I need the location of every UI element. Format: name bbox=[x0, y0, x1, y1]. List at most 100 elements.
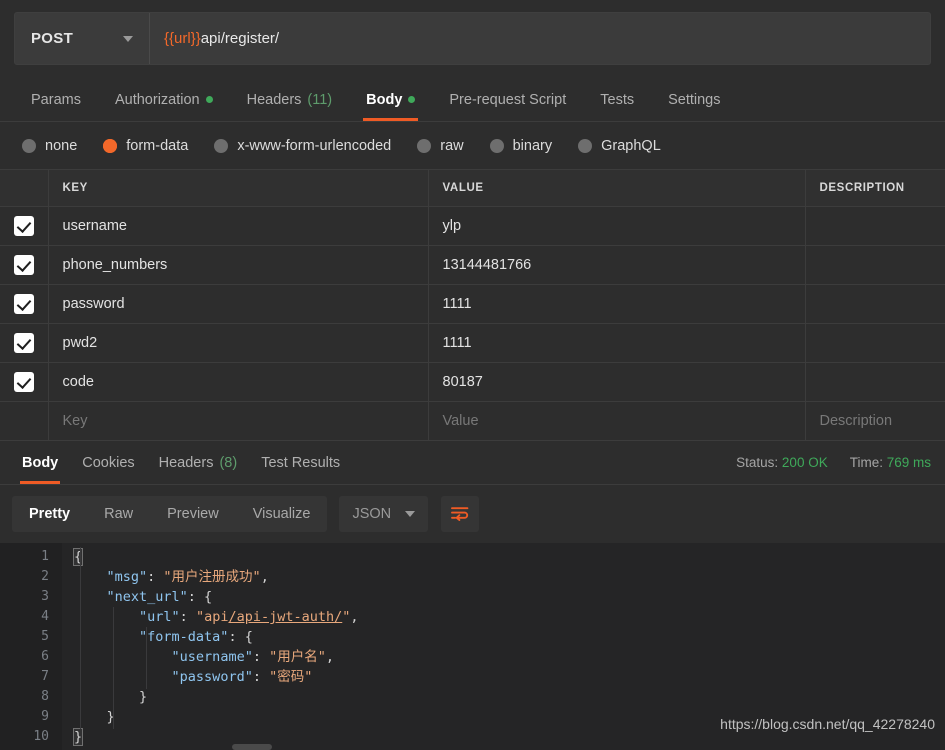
body-type-none[interactable]: none bbox=[22, 138, 77, 154]
body-type-form-data[interactable]: form-data bbox=[103, 138, 188, 154]
row-description-cell[interactable] bbox=[805, 362, 945, 402]
json-token-key: "url" bbox=[139, 609, 180, 625]
json-code-line: { bbox=[62, 547, 945, 567]
time-value: 769 ms bbox=[886, 455, 931, 470]
row-description-cell[interactable] bbox=[805, 206, 945, 246]
tab-authorization[interactable]: Authorization bbox=[98, 78, 230, 121]
json-token-key: "username" bbox=[171, 649, 253, 665]
row-key-cell[interactable]: pwd2 bbox=[48, 323, 429, 363]
column-header-key: KEY bbox=[48, 170, 429, 207]
table-row-empty: Key Value Description bbox=[0, 401, 945, 441]
http-method-dropdown[interactable]: POST bbox=[15, 13, 150, 64]
response-format-label: JSON bbox=[352, 506, 392, 522]
table-row: username ylp bbox=[0, 206, 945, 246]
empty-row-checkbox-cell[interactable] bbox=[0, 401, 49, 441]
tab-headers[interactable]: Headers (11) bbox=[230, 78, 350, 121]
row-value-cell[interactable]: 1111 bbox=[428, 284, 806, 324]
row-key-cell[interactable]: code bbox=[48, 362, 429, 402]
tab-pre-request-script[interactable]: Pre-request Script bbox=[432, 78, 583, 121]
row-checkbox-cell[interactable] bbox=[0, 362, 49, 402]
json-token-punct: } bbox=[72, 728, 84, 746]
new-description-input[interactable]: Description bbox=[805, 401, 945, 441]
response-tab-headers[interactable]: Headers (8) bbox=[147, 441, 250, 484]
json-token-link[interactable]: /api-jwt-auth/ bbox=[228, 609, 342, 625]
response-format-dropdown[interactable]: JSON bbox=[339, 496, 429, 532]
response-tab-test-results[interactable]: Test Results bbox=[249, 441, 352, 484]
row-key-cell[interactable]: password bbox=[48, 284, 429, 324]
line-number: 9 bbox=[41, 709, 49, 724]
checkbox-checked-icon[interactable] bbox=[13, 215, 34, 236]
row-checkbox-cell[interactable] bbox=[0, 323, 49, 363]
view-mode-raw[interactable]: Raw bbox=[87, 496, 150, 532]
url-input[interactable]: {{url}} api/register/ bbox=[150, 13, 930, 64]
body-type-none-label: none bbox=[45, 137, 78, 154]
row-checkbox-cell[interactable] bbox=[0, 245, 49, 285]
tab-settings-label: Settings bbox=[668, 91, 721, 108]
horizontal-scrollbar[interactable] bbox=[232, 744, 272, 750]
tab-params[interactable]: Params bbox=[14, 78, 98, 121]
json-token-punct: : bbox=[147, 569, 164, 585]
view-mode-preview[interactable]: Preview bbox=[150, 496, 236, 532]
word-wrap-toggle-button[interactable] bbox=[441, 496, 480, 532]
response-tab-body[interactable]: Body bbox=[10, 441, 70, 484]
json-token-str: "密码" bbox=[269, 669, 313, 685]
checkbox-checked-icon[interactable] bbox=[13, 293, 34, 314]
tab-settings[interactable]: Settings bbox=[651, 78, 737, 121]
row-key-cell[interactable]: username bbox=[48, 206, 429, 246]
checkbox-checked-icon[interactable] bbox=[13, 254, 34, 275]
body-type-raw[interactable]: raw bbox=[417, 138, 464, 154]
checkbox-checked-icon[interactable] bbox=[13, 332, 34, 353]
http-method-label: POST bbox=[31, 30, 74, 47]
json-token-key: "msg" bbox=[106, 569, 148, 585]
table-row: password 1111 bbox=[0, 284, 945, 324]
row-key-cell[interactable]: phone_numbers bbox=[48, 245, 429, 285]
json-token-str: "用户名" bbox=[269, 649, 326, 665]
row-description-cell[interactable] bbox=[805, 245, 945, 285]
row-description-cell[interactable] bbox=[805, 284, 945, 324]
view-mode-pretty[interactable]: Pretty bbox=[12, 496, 87, 532]
tab-tests[interactable]: Tests bbox=[583, 78, 651, 121]
line-number: 1 bbox=[41, 549, 49, 564]
tab-body[interactable]: Body bbox=[349, 78, 432, 121]
response-tab-cookies[interactable]: Cookies bbox=[70, 441, 146, 484]
body-type-graphql[interactable]: GraphQL bbox=[578, 138, 661, 154]
new-value-input[interactable]: Value bbox=[428, 401, 806, 441]
column-header-description: DESCRIPTION bbox=[805, 170, 945, 207]
view-mode-visualize[interactable]: Visualize bbox=[236, 496, 328, 532]
json-token-punct: : bbox=[252, 669, 270, 685]
response-tab-bar: Body Cookies Headers (8) Test Results St… bbox=[0, 440, 945, 485]
radio-raw-icon bbox=[417, 138, 432, 153]
body-type-graphql-label: GraphQL bbox=[601, 137, 661, 154]
row-description-cell[interactable] bbox=[805, 323, 945, 363]
radio-urlencoded-icon bbox=[214, 138, 229, 153]
row-value-cell[interactable]: 80187 bbox=[428, 362, 806, 402]
row-value-cell[interactable]: 13144481766 bbox=[428, 245, 806, 285]
row-checkbox-cell[interactable] bbox=[0, 284, 49, 324]
radio-binary-icon bbox=[489, 138, 504, 153]
radio-graphql-icon bbox=[578, 138, 593, 153]
row-checkbox-cell[interactable] bbox=[0, 206, 49, 246]
row-value-cell[interactable]: ylp bbox=[428, 206, 806, 246]
tab-authorization-label: Authorization bbox=[114, 91, 200, 108]
row-value-cell[interactable]: 1111 bbox=[428, 323, 806, 363]
body-type-binary-label: binary bbox=[512, 137, 553, 154]
url-path-text: api/register/ bbox=[200, 30, 280, 47]
body-type-binary[interactable]: binary bbox=[489, 137, 553, 154]
checkbox-checked-icon[interactable] bbox=[13, 371, 34, 392]
body-status-dot-icon bbox=[408, 96, 416, 103]
json-code-line: "password": "密码" bbox=[62, 667, 945, 687]
table-row: phone_numbers 13144481766 bbox=[0, 245, 945, 285]
authorization-status-dot-icon bbox=[205, 96, 213, 103]
table-row: pwd2 1111 bbox=[0, 323, 945, 363]
tab-pre-request-script-label: Pre-request Script bbox=[449, 91, 567, 108]
new-key-input[interactable]: Key bbox=[48, 401, 429, 441]
json-token-str: "用户注册成功" bbox=[163, 569, 261, 585]
json-token-punct: , bbox=[260, 569, 269, 585]
url-bar: POST {{url}} api/register/ bbox=[14, 12, 931, 65]
body-type-urlencoded[interactable]: x-www-form-urlencoded bbox=[214, 138, 391, 154]
word-wrap-icon bbox=[451, 507, 469, 521]
column-header-select-all[interactable] bbox=[0, 170, 49, 207]
